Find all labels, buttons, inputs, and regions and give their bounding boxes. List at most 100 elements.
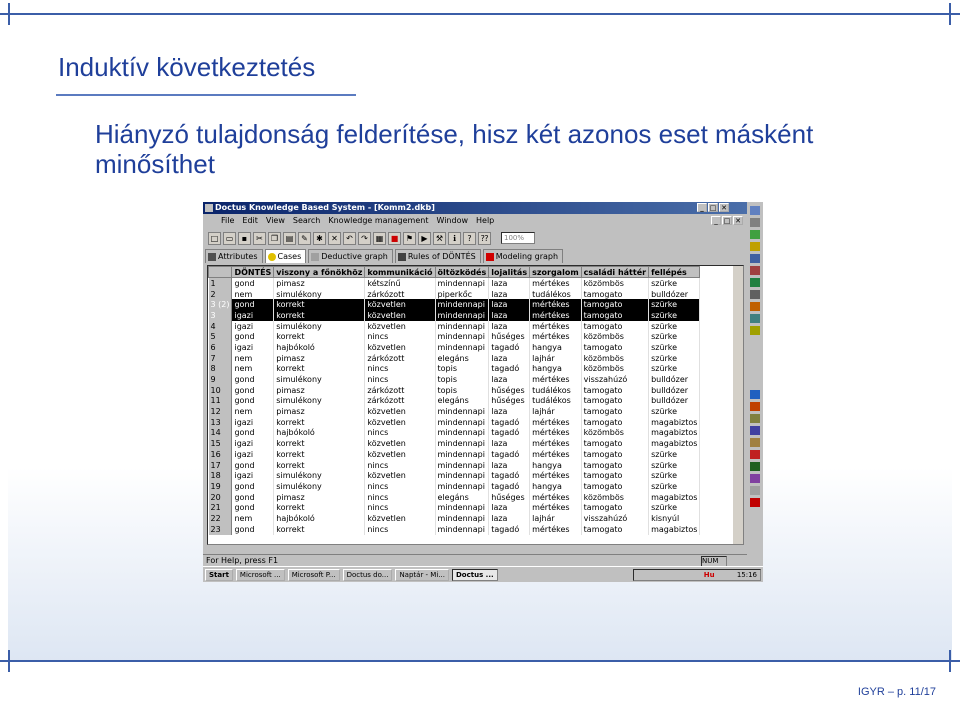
table-cell[interactable]: gond <box>231 459 275 471</box>
table-cell[interactable]: korrekt <box>273 363 366 375</box>
table-cell[interactable]: zárkózott <box>364 395 436 407</box>
menu-window[interactable]: Window <box>436 214 468 227</box>
table-cell[interactable]: korrekt <box>273 502 366 514</box>
table-row[interactable]: 11 gond simulékony zárkózott elegáns hűséges t… <box>208 395 701 407</box>
flag-icon[interactable]: ⚑ <box>403 231 416 245</box>
table-cell[interactable]: elegáns <box>435 395 490 407</box>
table-cell[interactable]: hajbókoló <box>273 513 366 524</box>
table-cell[interactable]: tagadó <box>488 449 531 460</box>
table-cell[interactable]: topis <box>435 363 490 375</box>
column-header[interactable]: fellépés <box>648 266 701 278</box>
task-microsoft-2[interactable]: Microsoft P... <box>287 568 340 581</box>
open-folder-icon[interactable]: ▭ <box>223 231 236 245</box>
table-cell[interactable]: mindennapi <box>435 449 490 460</box>
table-cell[interactable]: tamogato <box>581 342 650 353</box>
table-cell[interactable]: mindennapi <box>435 470 490 482</box>
table-cell[interactable]: tamogato <box>581 481 650 492</box>
tool-1-icon[interactable] <box>750 206 760 215</box>
column-header[interactable]: viszony a főnökhöz <box>273 266 366 278</box>
tool-11-icon[interactable] <box>750 326 760 335</box>
table-cell[interactable]: tamogato <box>581 449 650 460</box>
table-cell[interactable]: tamogato <box>581 438 650 449</box>
table-cell[interactable]: szürke <box>648 310 701 321</box>
stop-icon[interactable]: ■ <box>388 231 401 245</box>
cut-icon[interactable]: ✂ <box>253 231 266 245</box>
table-cell[interactable]: pimasz <box>273 406 366 417</box>
table-cell[interactable]: laza <box>488 438 531 449</box>
table-cell[interactable]: mértékes <box>529 502 582 514</box>
doc-restore-button[interactable]: □ <box>722 216 732 225</box>
table-cell[interactable]: szürke <box>648 299 701 311</box>
table-cell[interactable]: mértékes <box>529 277 582 289</box>
table-cell[interactable]: közvetlen <box>364 310 436 321</box>
table-cell[interactable]: simulékony <box>273 481 366 492</box>
table-cell[interactable]: tamogato <box>581 288 650 300</box>
table-row[interactable]: 7 nem pimasz zárkózott elegáns laza lajhár közö… <box>208 352 701 364</box>
edit-icon[interactable]: ✎ <box>298 231 311 245</box>
table-cell[interactable]: hangya <box>529 342 582 353</box>
table-cell[interactable]: lajhár <box>529 406 582 417</box>
table-cell[interactable]: tudálékos <box>529 288 582 300</box>
table-cell[interactable]: laza <box>488 374 531 385</box>
tab-modeling-graph[interactable]: Modeling graph <box>482 249 564 263</box>
table-row[interactable]: 3 igazi korrekt közvetlen mindennapi laza mért… <box>208 310 701 321</box>
table-cell[interactable]: igazi <box>231 449 275 460</box>
menu-help[interactable]: Help <box>476 214 494 227</box>
vertical-scrollbar[interactable] <box>733 266 743 544</box>
table-cell[interactable]: mértékes <box>529 310 582 321</box>
table-cell[interactable]: mindennapi <box>435 406 490 417</box>
table-row[interactable]: 13 igazi korrekt közvetlen mindennapi tagadó m… <box>208 416 701 428</box>
table-cell[interactable]: gond <box>231 481 275 492</box>
column-header[interactable]: DÖNTÉS <box>231 266 275 278</box>
minimize-button[interactable]: _ <box>697 203 707 212</box>
table-cell[interactable]: magabiztos <box>648 438 701 449</box>
column-header[interactable]: lojalitás <box>488 266 531 278</box>
table-cell[interactable]: hűséges <box>488 395 531 407</box>
table-cell[interactable]: nincs <box>364 427 436 439</box>
tool-8-icon[interactable] <box>750 290 760 299</box>
table-cell[interactable]: visszahúzó <box>581 374 650 385</box>
tool-icon[interactable]: ⚒ <box>433 231 446 245</box>
table-cell[interactable]: tamogato <box>581 310 650 321</box>
table-cell[interactable]: mindennapi <box>435 299 490 311</box>
table-cell[interactable]: simulékony <box>273 374 366 385</box>
table-cell[interactable]: simulékony <box>273 470 366 482</box>
table-row[interactable]: 6 igazi hajbókoló közvetlen mindennapi tagadó… <box>208 342 701 353</box>
tool-2-icon[interactable] <box>750 218 760 227</box>
table-cell[interactable]: mértékes <box>529 320 582 332</box>
table-cell[interactable]: laza <box>488 406 531 417</box>
table-row[interactable]: 9 gond simulékony nincs topis laza mértékes vis… <box>208 374 701 385</box>
table-cell[interactable]: tamogato <box>581 299 650 311</box>
table-cell[interactable]: kétszínű <box>364 277 436 289</box>
table-cell[interactable]: pimasz <box>273 491 366 503</box>
table-cell[interactable]: laza <box>488 459 531 471</box>
table-cell[interactable]: nincs <box>364 331 436 343</box>
table-row[interactable]: 20 gond pimasz nincs elegáns hűséges mértékes k… <box>208 491 701 503</box>
task-doctus[interactable]: Doctus ... <box>451 568 498 581</box>
new-file-icon[interactable]: □ <box>208 231 221 245</box>
table-cell[interactable]: nincs <box>364 374 436 385</box>
table-cell[interactable]: szürke <box>648 342 701 353</box>
doc-minimize-button[interactable]: _ <box>711 216 721 225</box>
table-cell[interactable]: közvetlen <box>364 449 436 460</box>
table-cell[interactable]: közvetlen <box>364 406 436 417</box>
table-cell[interactable]: laza <box>488 513 531 524</box>
table-cell[interactable]: szürke <box>648 352 701 364</box>
table-cell[interactable]: nincs <box>364 523 436 535</box>
table-cell[interactable]: közvetlen <box>364 342 436 353</box>
table-cell[interactable]: lajhár <box>529 352 582 364</box>
tab-deductive-graph[interactable]: Deductive graph <box>308 249 393 263</box>
table-cell[interactable]: hűséges <box>488 331 531 343</box>
table-cell[interactable]: tamogato <box>581 502 650 514</box>
table-cell[interactable]: tamogato <box>581 395 650 407</box>
table-cell[interactable]: tamogato <box>581 406 650 417</box>
tool-18-icon[interactable] <box>750 450 760 459</box>
task-microsoft-1[interactable]: Microsoft ... <box>235 568 285 581</box>
table-cell[interactable]: nem <box>231 513 275 524</box>
table-cell[interactable]: simulékony <box>273 395 366 407</box>
table-cell[interactable]: gond <box>231 277 275 289</box>
table-cell[interactable]: korrekt <box>273 449 366 460</box>
table-cell[interactable]: tamogato <box>581 320 650 332</box>
table-cell[interactable]: gond <box>231 502 275 514</box>
table-cell[interactable]: tamogato <box>581 523 650 535</box>
